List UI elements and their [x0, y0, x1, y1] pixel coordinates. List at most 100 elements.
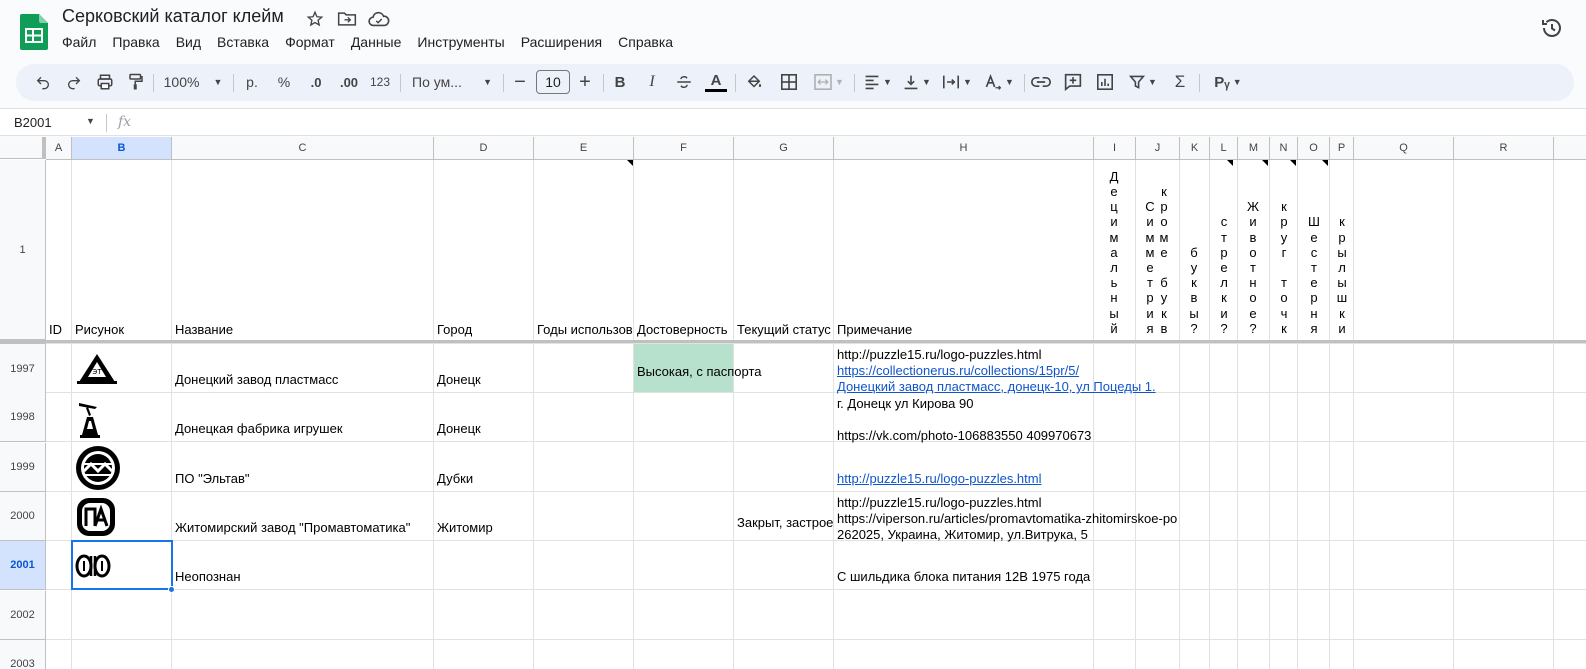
column-header-c[interactable]: C [172, 137, 434, 160]
header-cell-m[interactable]: Жи в о т н о е? [1246, 199, 1260, 336]
status-cell[interactable]: Закрыт, застрое [737, 515, 833, 530]
header-cell-b[interactable]: Рисунок [75, 322, 172, 337]
menu-file[interactable]: Файл [54, 32, 104, 54]
star-icon[interactable] [304, 9, 326, 29]
filter-icon[interactable]: ▼ [1126, 70, 1160, 94]
header-cell-j-line1[interactable]: Симметрия [1143, 199, 1157, 336]
name-box[interactable]: B2001 [14, 115, 52, 130]
header-cell-a[interactable]: ID [49, 322, 72, 337]
comment-indicator-icon[interactable] [1322, 160, 1328, 166]
increase-decimal-button[interactable]: .00 [336, 70, 362, 94]
header-cell-o[interactable]: Шестерня [1307, 214, 1321, 336]
menu-extensions[interactable]: Расширения [513, 32, 610, 54]
cloud-saved-icon[interactable] [368, 9, 390, 29]
comment-indicator-icon[interactable] [627, 160, 633, 166]
column-header-i[interactable]: I [1094, 137, 1136, 160]
city-cell[interactable]: Донецк [437, 372, 481, 387]
city-cell[interactable]: Дубки [437, 471, 473, 486]
column-header-r[interactable]: R [1454, 137, 1554, 160]
chevron-down-icon[interactable]: ▼ [86, 116, 95, 126]
borders-icon[interactable] [778, 70, 800, 94]
move-to-folder-icon[interactable] [336, 9, 358, 29]
name-cell[interactable]: ПО "Эльтав" [175, 471, 250, 486]
font-family-select[interactable]: По ум... ▼ [412, 70, 492, 94]
row-header[interactable]: 1999 [0, 443, 46, 492]
comment-indicator-icon[interactable] [1227, 160, 1233, 166]
text-color-button[interactable]: A [704, 70, 728, 94]
pa-monogram-logo-image[interactable] [74, 495, 170, 538]
name-cell[interactable]: Неопознан [175, 569, 241, 584]
airplane-monument-logo-image[interactable] [74, 396, 170, 439]
horizontal-align-icon[interactable]: ▼ [861, 70, 895, 94]
triangle-logo-image[interactable]: ЭТ [74, 347, 170, 390]
insert-comment-icon[interactable] [1062, 70, 1084, 94]
menu-help[interactable]: Справка [610, 32, 681, 54]
number-format-button[interactable]: 123 [368, 70, 392, 94]
note-link[interactable]: https://collectionerus.ru/collections/15… [837, 363, 1079, 378]
city-cell[interactable]: Житомир [437, 520, 493, 535]
column-header-j[interactable]: J [1136, 137, 1180, 160]
header-cell-f[interactable]: Достоверность [637, 322, 734, 337]
header-cell-k[interactable]: б у к в ы? [1187, 245, 1201, 336]
column-header-m[interactable]: M [1238, 137, 1270, 160]
header-cell-d[interactable]: Город [437, 322, 534, 337]
font-size-increase-icon[interactable]: + [575, 70, 595, 94]
fill-color-icon[interactable] [742, 70, 766, 94]
insert-chart-icon[interactable] [1094, 70, 1116, 94]
note-text[interactable]: С шильдика блока питания 12В 1975 года [837, 569, 1090, 584]
column-header-f[interactable]: F [634, 137, 734, 160]
header-cell-h[interactable]: Примечание [837, 322, 1094, 337]
row-header[interactable]: 2000 [0, 492, 46, 541]
bold-button[interactable]: B [609, 70, 631, 94]
row-header[interactable]: 2001 [0, 541, 46, 590]
header-cell-i[interactable]: Децимальный [1107, 169, 1121, 336]
redo-icon[interactable] [63, 70, 85, 94]
header-cell-e[interactable]: Годы использов [537, 322, 634, 337]
merge-cells-icon[interactable]: ▼ [811, 70, 847, 94]
name-cell[interactable]: Житомирский завод "Промавтоматика" [175, 520, 410, 535]
name-cell[interactable]: Донецкая фабрика игрушек [175, 421, 343, 436]
font-size-decrease-icon[interactable]: − [510, 70, 530, 94]
menu-tools[interactable]: Инструменты [409, 32, 512, 54]
functions-icon[interactable]: Σ [1169, 70, 1191, 94]
header-cell-p[interactable]: крылышки [1335, 214, 1349, 336]
column-header-k[interactable]: K [1180, 137, 1210, 160]
note-link[interactable]: Донецкий завод пластмасс, донецк-10, ул … [837, 379, 1156, 394]
column-header-b[interactable]: B [72, 137, 172, 160]
percent-format-button[interactable]: % [273, 70, 295, 94]
column-header-l[interactable]: L [1210, 137, 1238, 160]
header-cell-j-line2[interactable]: кроме букв [1157, 184, 1171, 336]
decrease-decimal-button[interactable]: .0 [304, 70, 328, 94]
row-header[interactable]: 1997 [0, 344, 46, 394]
column-header-n[interactable]: N [1270, 137, 1298, 160]
text-wrapping-icon[interactable]: ▼ [939, 70, 975, 94]
menu-view[interactable]: Вид [168, 32, 209, 54]
comment-indicator-icon[interactable] [1290, 160, 1296, 166]
document-title[interactable]: Серковский каталог клейм [62, 6, 284, 27]
version-history-icon[interactable] [1540, 16, 1564, 40]
header-cell-c[interactable]: Название [175, 322, 434, 337]
menu-insert[interactable]: Вставка [209, 32, 277, 54]
column-header-g[interactable]: G [734, 137, 834, 160]
selected-cell-outline[interactable] [71, 540, 173, 590]
column-header-e[interactable]: E [534, 137, 634, 160]
name-cell[interactable]: Донецкий завод пластмасс [175, 372, 338, 387]
reliability-cell[interactable]: Высокая, с паспорта [637, 364, 762, 379]
strikethrough-icon[interactable] [673, 70, 695, 94]
fill-handle[interactable] [168, 586, 175, 593]
row-header[interactable]: 1998 [0, 393, 46, 442]
note-text[interactable]: 262025, Украина, Житомир, ул.Витрука, 5 [837, 527, 1088, 542]
input-tools-icon[interactable]: Рᵧ ▼ [1208, 70, 1248, 94]
paint-format-icon[interactable] [125, 70, 147, 94]
sheet-grid[interactable]: A B C D E F G H I J K L M N O P Q R 1 ID Рисунок Название Горо… [0, 137, 1586, 669]
print-icon[interactable] [94, 70, 116, 94]
select-all-corner[interactable] [0, 137, 46, 159]
header-cell-l[interactable]: с т р е л к и? [1217, 214, 1231, 336]
font-size-input[interactable]: 10 [536, 70, 570, 94]
italic-button[interactable]: I [641, 70, 663, 94]
note-text[interactable]: г. Донецк ул Кирова 90 [837, 396, 973, 411]
city-cell[interactable]: Донецк [437, 421, 481, 436]
menu-edit[interactable]: Правка [104, 32, 167, 54]
sheets-logo-icon[interactable] [20, 14, 48, 50]
zoom-select[interactable]: 100% ▼ [161, 70, 225, 94]
